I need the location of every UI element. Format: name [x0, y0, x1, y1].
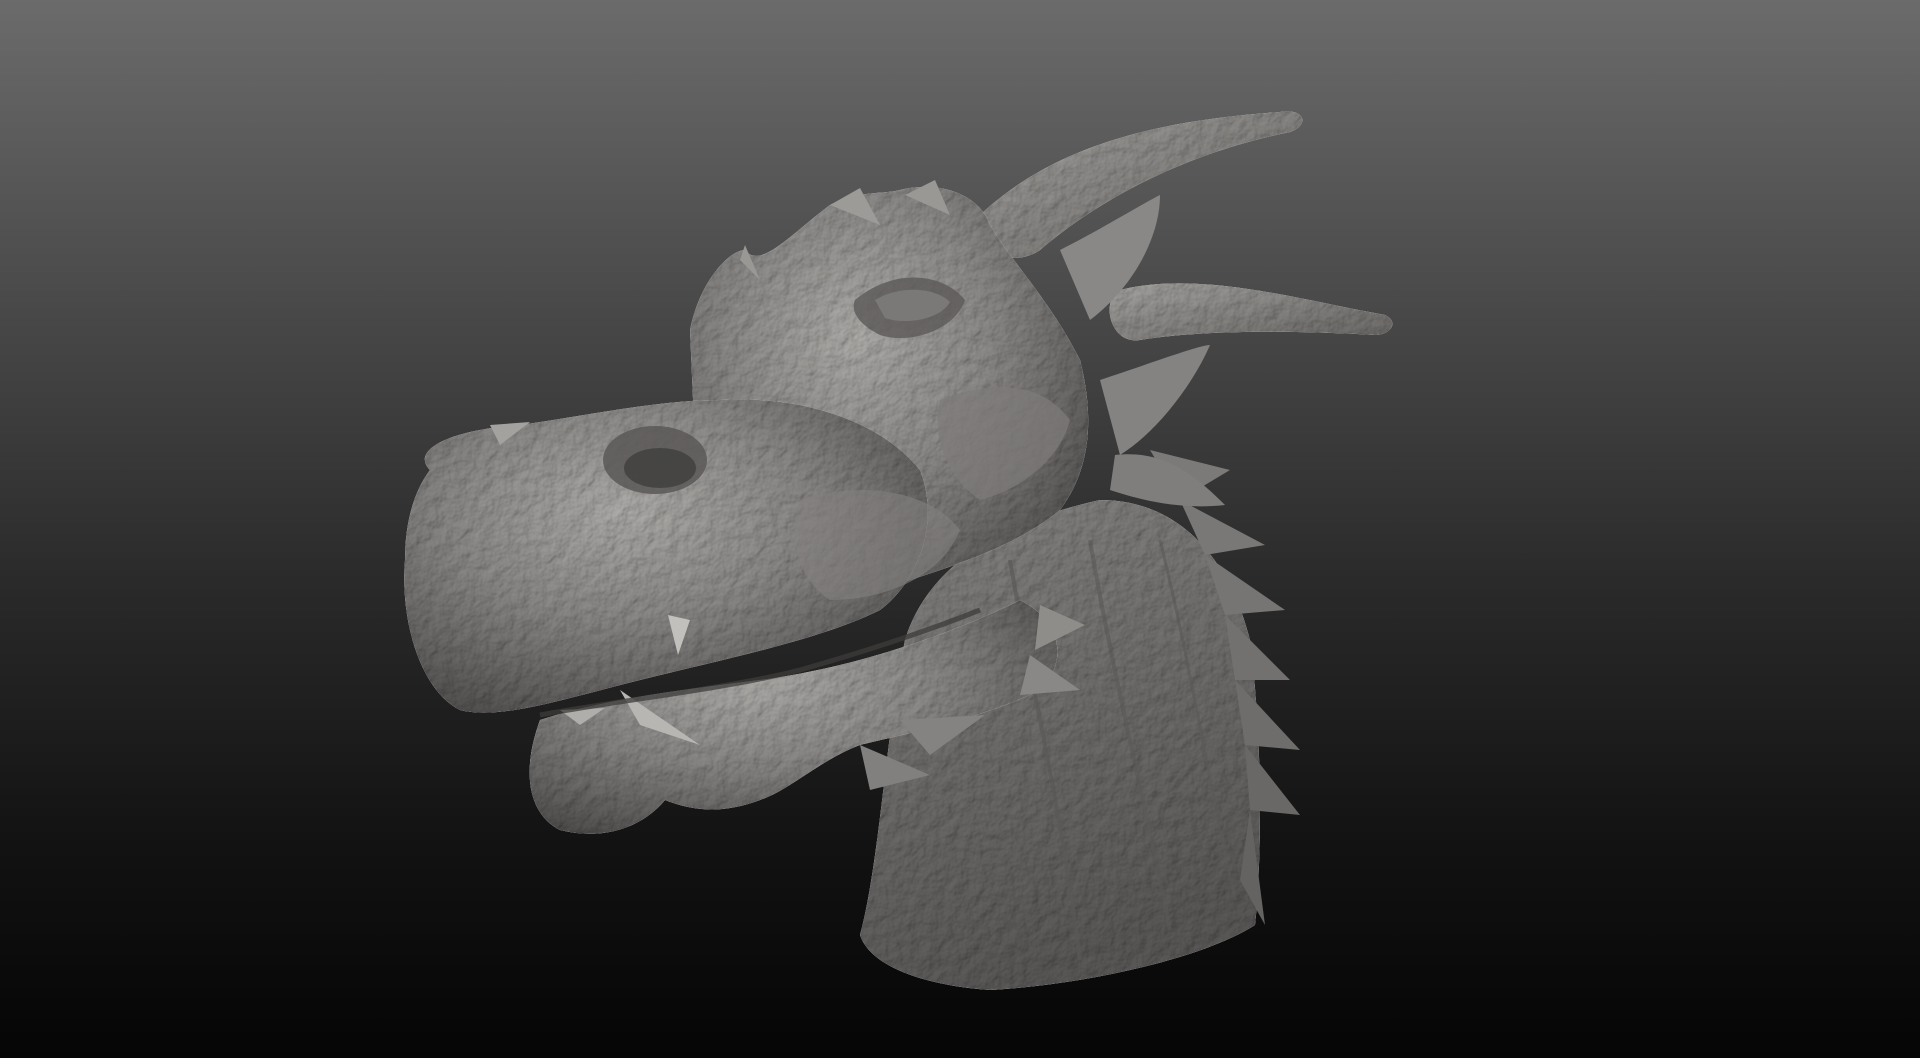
dragon-head-model[interactable] — [0, 0, 1920, 1058]
3d-viewport[interactable] — [0, 0, 1920, 1058]
